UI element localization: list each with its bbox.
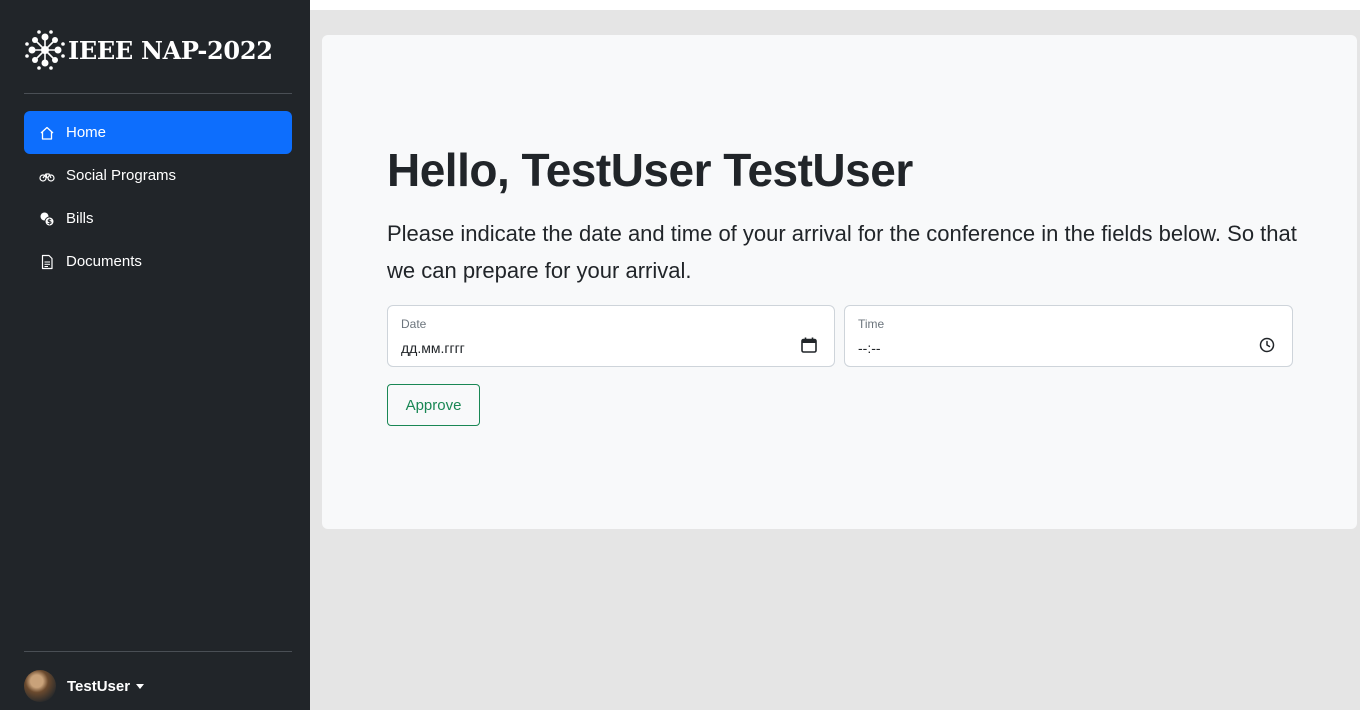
date-field-value[interactable]: дд.мм.гггг (401, 340, 465, 356)
sidebar-item-label: Bills (66, 210, 94, 227)
sidebar-item-documents[interactable]: Documents (24, 240, 292, 283)
date-field-label: Date (401, 317, 427, 331)
document-icon (39, 254, 55, 270)
time-field-label: Time (858, 317, 885, 331)
user-menu[interactable]: TestUser (24, 666, 145, 706)
nap-logo-icon (25, 30, 65, 70)
sidebar-item-label: Documents (66, 253, 142, 270)
sidebar-nav: Home Social Programs $ Bills Documents (24, 111, 292, 283)
sidebar-item-home[interactable]: Home (24, 111, 292, 154)
sidebar-item-bills[interactable]: $ Bills (24, 197, 292, 240)
coins-icon: $ (39, 211, 55, 227)
brand-title: IEEE NAP-2022 (68, 35, 273, 65)
avatar (24, 670, 56, 702)
caret-down-icon (136, 683, 145, 689)
sidebar: IEEE NAP-2022 Home Social Programs $ Bil… (0, 0, 310, 710)
sidebar-divider (24, 93, 292, 94)
home-icon (39, 125, 55, 141)
approve-button[interactable]: Approve (387, 384, 480, 426)
arrival-instructions: Please indicate the date and time of you… (387, 221, 1297, 283)
time-field[interactable]: Time --:-- (844, 305, 1293, 367)
brand[interactable]: IEEE NAP-2022 (24, 20, 294, 80)
time-field-value[interactable]: --:-- (858, 340, 881, 356)
sidebar-item-social-programs[interactable]: Social Programs (24, 154, 292, 197)
date-field[interactable]: Date дд.мм.гггг (387, 305, 835, 367)
sidebar-item-label: Home (66, 124, 107, 141)
calendar-icon[interactable] (800, 336, 818, 354)
page-title: Hello, TestUser TestUser (387, 144, 913, 196)
main-card: Hello, TestUser TestUser Please indicate… (322, 35, 1357, 529)
bicycle-icon (39, 168, 55, 184)
sidebar-item-label: Social Programs (66, 167, 177, 184)
user-name: TestUser (67, 677, 131, 695)
svg-text:$: $ (47, 218, 52, 226)
clock-icon[interactable] (1258, 336, 1276, 354)
sidebar-divider (24, 651, 292, 652)
